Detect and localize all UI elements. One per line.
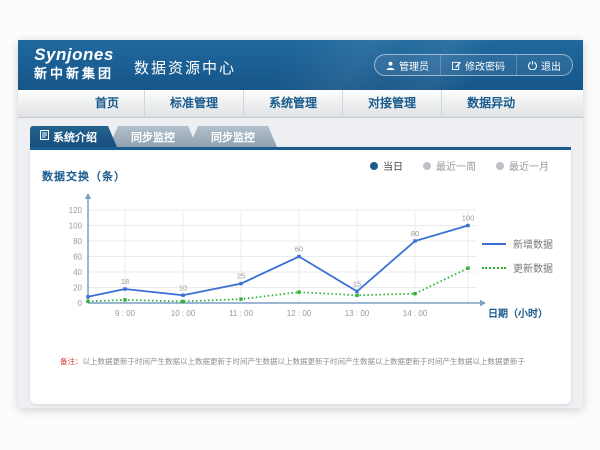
- user-icon: [386, 61, 395, 70]
- svg-text:40: 40: [73, 268, 82, 277]
- current-user-label: 管理员: [399, 58, 429, 73]
- radio-last-week[interactable]: 最近一周: [423, 158, 476, 173]
- radio-dot: [496, 162, 504, 170]
- logout-label: 退出: [541, 58, 561, 73]
- radio-last-month[interactable]: 最近一月: [496, 158, 549, 173]
- footnote-prefix: 备注：: [60, 357, 83, 366]
- app-header: Synjones 新中新集团 数据资源中心 管理员 修改密码 退出: [18, 40, 583, 90]
- svg-text:13 : 00: 13 : 00: [345, 309, 370, 318]
- company-logo: Synjones 新中新集团: [34, 45, 114, 82]
- legend-item-new-data[interactable]: 新增数据: [482, 236, 553, 251]
- radio-dot: [423, 162, 431, 170]
- legend-label: 更新数据: [513, 260, 553, 275]
- radio-dot: [370, 162, 378, 170]
- radio-today[interactable]: 当日: [370, 158, 403, 173]
- svg-text:20: 20: [73, 284, 82, 293]
- chart-y-axis-title: 数据交换（条）: [42, 168, 126, 184]
- svg-text:15: 15: [353, 279, 361, 288]
- svg-text:14 : 00: 14 : 00: [403, 309, 428, 318]
- radio-label: 最近一月: [509, 158, 549, 173]
- logo-text-en: Synjones: [34, 45, 114, 65]
- tab-sync-monitor-2[interactable]: 同步监控: [189, 126, 277, 147]
- tab-bar: 系统介绍 同步监控 同步监控: [30, 126, 277, 147]
- svg-text:120: 120: [69, 206, 83, 215]
- svg-text:9 : 00: 9 : 00: [115, 309, 136, 318]
- tab-label: 系统介绍: [53, 129, 97, 145]
- main-nav: 首页 标准管理 系统管理 对接管理 数据异动: [18, 90, 583, 118]
- change-password-label: 修改密码: [465, 58, 505, 73]
- time-range-radio-group: 当日 最近一周 最近一月: [370, 158, 549, 173]
- legend-label: 新增数据: [513, 236, 553, 251]
- page-title: 数据资源中心: [134, 57, 236, 78]
- logo-text-cn: 新中新集团: [34, 65, 114, 82]
- nav-item-data-change[interactable]: 数据异动: [441, 90, 540, 117]
- tab-system-intro[interactable]: 系统介绍: [30, 126, 117, 147]
- logout-button[interactable]: 退出: [516, 55, 572, 75]
- line-swatch-solid-blue: [482, 243, 506, 245]
- nav-item-interface-mgmt[interactable]: 对接管理: [342, 90, 441, 117]
- edit-icon: [452, 61, 461, 70]
- line-swatch-dotted-green: [482, 267, 506, 269]
- nav-item-system-mgmt[interactable]: 系统管理: [243, 90, 342, 117]
- change-password-button[interactable]: 修改密码: [440, 55, 516, 75]
- nav-item-home[interactable]: 首页: [70, 90, 144, 117]
- svg-text:日期（小时）: 日期（小时）: [488, 307, 548, 320]
- nav-item-standard-mgmt[interactable]: 标准管理: [144, 90, 243, 117]
- svg-text:10 : 00: 10 : 00: [171, 309, 196, 318]
- header-actions: 管理员 修改密码 退出: [374, 54, 573, 76]
- svg-text:11 : 00: 11 : 00: [229, 309, 253, 318]
- current-user-button[interactable]: 管理员: [375, 55, 440, 75]
- footnote: 备注：以上数据更新于时间产生数据以上数据更新于时间产生数据以上数据更新于时间产生…: [60, 356, 525, 367]
- svg-text:60: 60: [295, 245, 303, 254]
- chart-series-legend: 新增数据 更新数据: [482, 236, 553, 275]
- svg-text:18: 18: [121, 277, 129, 286]
- radio-label: 最近一周: [436, 158, 476, 173]
- svg-text:100: 100: [462, 214, 475, 223]
- svg-text:12 : 00: 12 : 00: [287, 309, 312, 318]
- svg-text:100: 100: [69, 222, 83, 231]
- power-icon: [528, 61, 537, 70]
- svg-text:10: 10: [179, 283, 187, 292]
- tab-label: 同步监控: [131, 129, 175, 145]
- tab-label: 同步监控: [211, 129, 255, 145]
- app-window: Synjones 新中新集团 数据资源中心 管理员 修改密码 退出: [18, 40, 583, 408]
- footnote-text: 以上数据更新于时间产生数据以上数据更新于时间产生数据以上数据更新于时间产生数据以…: [83, 357, 526, 366]
- svg-text:25: 25: [237, 272, 245, 281]
- radio-label: 当日: [383, 158, 403, 173]
- legend-item-updated-data[interactable]: 更新数据: [482, 260, 553, 275]
- content-panel: 当日 最近一周 最近一月 数据交换（条） 0 20 40 60 80 100 120 9 : …: [30, 147, 571, 404]
- svg-text:60: 60: [73, 253, 82, 262]
- document-icon: [40, 130, 49, 143]
- tab-sync-monitor-1[interactable]: 同步监控: [109, 126, 197, 147]
- svg-text:80: 80: [411, 229, 419, 238]
- svg-text:80: 80: [73, 237, 82, 246]
- svg-text:0: 0: [78, 299, 83, 308]
